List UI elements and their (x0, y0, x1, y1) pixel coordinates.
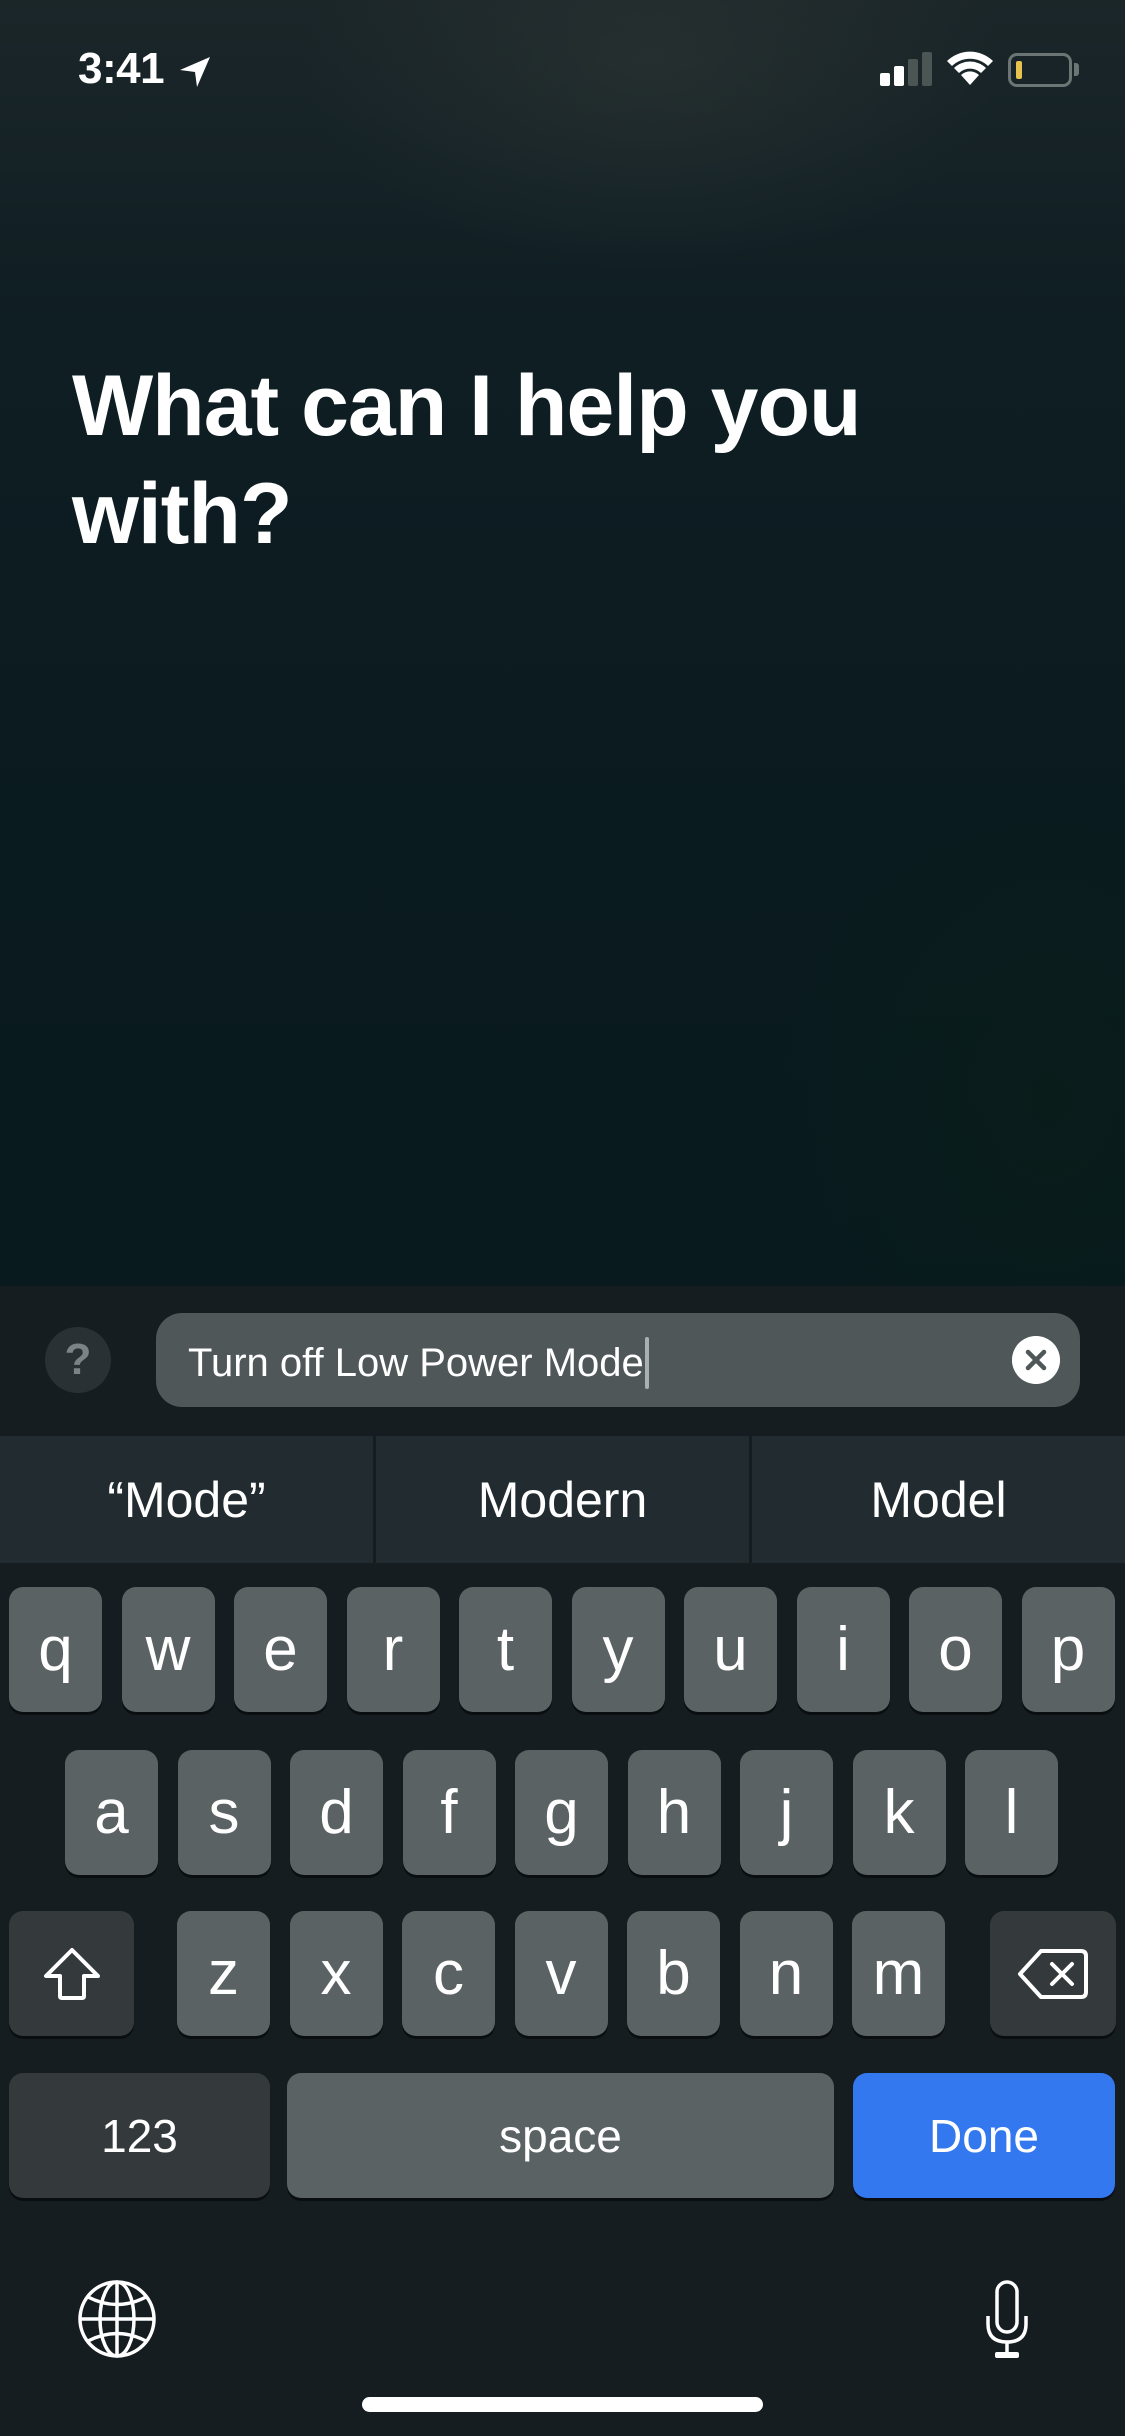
key-t[interactable]: t (459, 1587, 552, 1712)
key-j[interactable]: j (740, 1750, 833, 1875)
key-p[interactable]: p (1021, 1587, 1115, 1712)
key-a[interactable]: a (65, 1750, 158, 1875)
key-u[interactable]: u (684, 1587, 777, 1712)
query-text-wrapper: Turn off Low Power Mode (188, 1337, 649, 1389)
key-e[interactable]: e (234, 1587, 327, 1712)
siri-background (0, 0, 1125, 1286)
key-d[interactable]: d (290, 1750, 383, 1875)
home-indicator[interactable] (362, 2397, 763, 2412)
key-c[interactable]: c (402, 1911, 495, 2036)
key-q[interactable]: q (9, 1587, 102, 1712)
suggestion-item[interactable]: Modern (376, 1436, 752, 1563)
suggestion-item[interactable]: “Mode” (0, 1436, 376, 1563)
text-cursor (644, 1337, 649, 1389)
key-s[interactable]: s (177, 1750, 271, 1875)
wifi-icon (947, 51, 993, 85)
key-h[interactable]: h (627, 1750, 721, 1875)
key-o[interactable]: o (909, 1587, 1002, 1712)
key-x[interactable]: x (289, 1911, 383, 2036)
battery-level (1016, 61, 1022, 79)
suggestion-item[interactable]: Model (752, 1436, 1125, 1563)
battery-cap (1074, 63, 1079, 76)
key-z[interactable]: z (177, 1911, 270, 2036)
key-f[interactable]: f (402, 1750, 496, 1875)
microphone-icon[interactable] (985, 2280, 1029, 2360)
key-i[interactable]: i (796, 1587, 890, 1712)
query-text: Turn off Low Power Mode (188, 1340, 644, 1385)
key-w[interactable]: w (121, 1587, 215, 1712)
shift-icon (43, 1947, 100, 2000)
status-bar: 3:41 (0, 0, 1125, 130)
battery-icon (1008, 53, 1072, 87)
clear-circle-icon[interactable] (1012, 1336, 1060, 1384)
key-y[interactable]: y (571, 1587, 665, 1712)
key-g[interactable]: g (515, 1750, 608, 1875)
space-key[interactable]: space (287, 2073, 834, 2198)
numbers-key[interactable]: 123 (9, 2073, 270, 2198)
delete-key[interactable] (990, 1911, 1116, 2036)
siri-prompt: What can I help you with? (72, 358, 862, 562)
shift-key[interactable] (9, 1911, 134, 2036)
cellular-signal-icon (880, 52, 934, 86)
key-b[interactable]: b (627, 1911, 720, 2036)
predictive-suggestion-bar: “Mode” Modern Model (0, 1436, 1125, 1563)
siri-query-input[interactable]: Turn off Low Power Mode (156, 1313, 1080, 1407)
done-key[interactable]: Done (853, 2073, 1115, 2198)
key-l[interactable]: l (965, 1750, 1058, 1875)
status-time: 3:41 (78, 44, 165, 93)
key-m[interactable]: m (852, 1911, 945, 2036)
location-arrow-icon (180, 57, 210, 87)
key-n[interactable]: n (739, 1911, 833, 2036)
key-v[interactable]: v (514, 1911, 608, 2036)
key-k[interactable]: k (852, 1750, 946, 1875)
delete-icon (1018, 1948, 1088, 1999)
help-button[interactable]: ? (45, 1327, 111, 1393)
key-r[interactable]: r (346, 1587, 440, 1712)
globe-icon[interactable] (78, 2280, 156, 2358)
